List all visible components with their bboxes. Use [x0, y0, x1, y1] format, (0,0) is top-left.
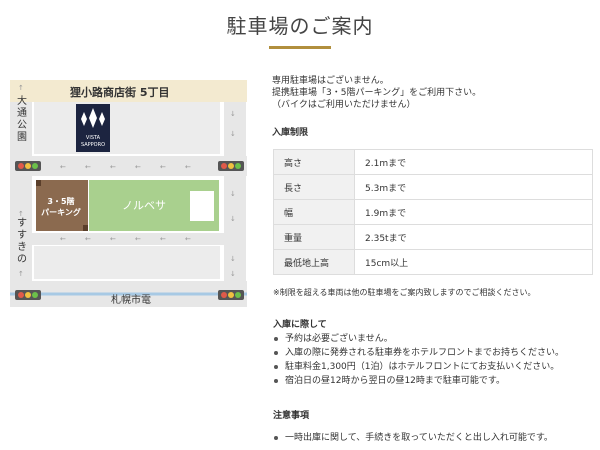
traffic-light-icon — [218, 161, 244, 171]
parking-block-label: 3・5階 パーキング — [41, 197, 81, 217]
intro-line: （バイクはご利用いただけません） — [272, 100, 416, 110]
svg-text:←: ← — [85, 235, 91, 243]
block-top — [34, 102, 220, 154]
svg-text:←: ← — [160, 235, 166, 243]
label-odori-park: 大通公園 — [17, 96, 27, 143]
svg-text:←: ← — [135, 235, 141, 243]
street-label-tram: 札幌市電 — [111, 295, 151, 306]
list-item: 予約は必要ございません。 — [272, 332, 564, 346]
svg-text:←: ← — [110, 235, 116, 243]
limit-value: 2.1mまで — [354, 149, 593, 175]
parking-entrance-marker — [36, 180, 41, 186]
list-item: 一時出庫に関して、手続きを取っていただくと出し入れ可能です。 — [272, 431, 553, 445]
limit-key: 重量 — [273, 224, 355, 250]
entry-list: 予約は必要ございません。 入庫の際に発券される駐車券をホテルフロントまでお持ちく… — [272, 332, 564, 388]
svg-text:↓: ↓ — [230, 130, 236, 138]
logo-text-sapporo: SAPPORO — [80, 142, 106, 148]
svg-text:←: ← — [185, 163, 191, 171]
norbesa-inner — [190, 191, 214, 221]
limit-key: 幅 — [273, 199, 355, 225]
caution-heading: 注意事項 — [273, 411, 310, 421]
table-row: 幅 1.9mまで — [273, 199, 593, 225]
list-item: 入庫の際に発券される駐車券をホテルフロントまでお持ちください。 — [272, 346, 564, 360]
limit-value: 5.3mまで — [354, 174, 593, 200]
svg-text:←: ← — [60, 235, 66, 243]
traffic-light-icon — [15, 290, 41, 300]
block-bottom — [34, 246, 220, 279]
svg-text:↓: ↓ — [230, 190, 236, 198]
limits-note: ※制限を超える車両は他の駐車場をご案内致しますのでご相談ください。 — [273, 288, 536, 297]
svg-text:↓: ↓ — [230, 215, 236, 223]
intro-line: 提携駐車場「3・5階パーキング」をご利用下さい。 — [272, 88, 482, 98]
traffic-light-icon — [15, 161, 41, 171]
intro-text: 専用駐車場はございません。 提携駐車場「3・5階パーキング」をご利用下さい。 （… — [272, 75, 594, 139]
parking-map: ← ← ← ← ← ← ← ← ← ← ← ← ↓ ↓ ↓ ↓ ↓ ↓ ↑ ↑ ↑ 狸小路商店街 5丁目 札幌市電… — [10, 76, 247, 316]
limit-value: 1.9mまで — [354, 199, 593, 225]
limits-heading: 入庫制限 — [272, 128, 309, 138]
table-row: 高さ 2.1mまで — [273, 149, 593, 175]
svg-text:←: ← — [135, 163, 141, 171]
svg-text:←: ← — [60, 163, 66, 171]
entry-heading: 入庫に際して — [273, 320, 327, 330]
limit-key: 高さ — [273, 149, 355, 175]
svg-text:↓: ↓ — [230, 270, 236, 278]
norbesa-label: ノルベサ — [122, 199, 166, 212]
list-item: 宿泊日の昼12時から翌日の昼12時まで駐車可能です。 — [272, 374, 564, 388]
limit-key: 最低地上高 — [273, 249, 355, 275]
intro-line: 専用駐車場はございません。 — [272, 76, 389, 86]
parking-entrance-marker — [83, 225, 88, 231]
limit-key: 長さ — [273, 174, 355, 200]
caution-list: 一時出庫に関して、手続きを取っていただくと出し入れ可能です。 — [272, 431, 553, 445]
svg-text:↑: ↑ — [18, 270, 24, 278]
hotel-logo-icon: VISTA SAPPORO — [76, 104, 110, 152]
svg-text:↓: ↓ — [230, 255, 236, 263]
svg-text:←: ← — [110, 163, 116, 171]
road-horizontal-upper — [10, 156, 247, 176]
svg-text:↓: ↓ — [230, 110, 236, 118]
limit-value: 2.35tまで — [354, 224, 593, 250]
svg-text:↑: ↑ — [18, 210, 24, 218]
hotel-emblem-icon — [81, 108, 105, 128]
logo-text-vista: VISTA — [85, 135, 101, 141]
limits-table: 高さ 2.1mまで 長さ 5.3mまで 幅 1.9mまで 重量 2.35tまで … — [273, 149, 593, 275]
svg-text:←: ← — [185, 235, 191, 243]
svg-text:←: ← — [85, 163, 91, 171]
table-row: 長さ 5.3mまで — [273, 174, 593, 200]
page-title: 駐車場のご案内 — [226, 14, 374, 38]
list-item: 駐車料金1,300円（1泊）はホテルフロントにてお支払いください。 — [272, 360, 564, 374]
table-row: 最低地上高 15cm以上 — [273, 249, 593, 275]
street-label-tanukikoji: 狸小路商店街 5丁目 — [70, 86, 170, 99]
traffic-light-icon — [218, 290, 244, 300]
svg-text:↑: ↑ — [18, 84, 24, 92]
title-underline — [269, 46, 331, 49]
table-row: 重量 2.35tまで — [273, 224, 593, 250]
svg-text:←: ← — [160, 163, 166, 171]
label-susukino: すすきの — [17, 218, 27, 265]
limit-value: 15cm以上 — [354, 249, 593, 275]
